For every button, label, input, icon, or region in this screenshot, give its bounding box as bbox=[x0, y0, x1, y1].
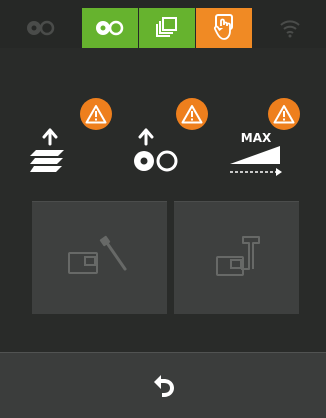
tab-stack[interactable] bbox=[139, 8, 195, 48]
reel-icon bbox=[27, 20, 55, 36]
hand-icon bbox=[213, 14, 233, 40]
card-stand-icon bbox=[215, 236, 260, 276]
max-level-icon: MAX bbox=[230, 131, 282, 176]
reel-up-icon bbox=[134, 128, 178, 172]
reel-empty-warning bbox=[126, 98, 208, 188]
warning-icon bbox=[85, 105, 107, 124]
tab-reel-inactive[interactable] bbox=[18, 8, 64, 48]
warning-row: MAX bbox=[0, 98, 326, 188]
card-brush-button[interactable] bbox=[32, 201, 167, 314]
max-label: MAX bbox=[241, 131, 272, 145]
tab-hand[interactable] bbox=[196, 8, 252, 48]
warning-badge bbox=[80, 98, 112, 130]
tab-wifi[interactable] bbox=[270, 8, 310, 48]
warning-icon bbox=[181, 105, 203, 124]
max-level-warning: MAX bbox=[224, 98, 306, 188]
paper-stack-up-icon bbox=[30, 128, 64, 172]
reel-icon bbox=[96, 20, 124, 36]
warning-icon bbox=[273, 105, 295, 124]
card-brush-icon bbox=[67, 235, 126, 274]
top-tab-bar bbox=[0, 0, 326, 48]
stack-icon bbox=[156, 17, 177, 37]
warning-badge bbox=[268, 98, 300, 130]
back-arrow-icon[interactable] bbox=[150, 373, 176, 399]
wifi-icon bbox=[280, 20, 300, 38]
paper-empty-warning bbox=[30, 98, 112, 188]
tab-reel[interactable] bbox=[82, 8, 138, 48]
card-stand-button[interactable] bbox=[174, 201, 299, 314]
warning-badge bbox=[176, 98, 208, 130]
bottom-bar bbox=[0, 353, 326, 418]
